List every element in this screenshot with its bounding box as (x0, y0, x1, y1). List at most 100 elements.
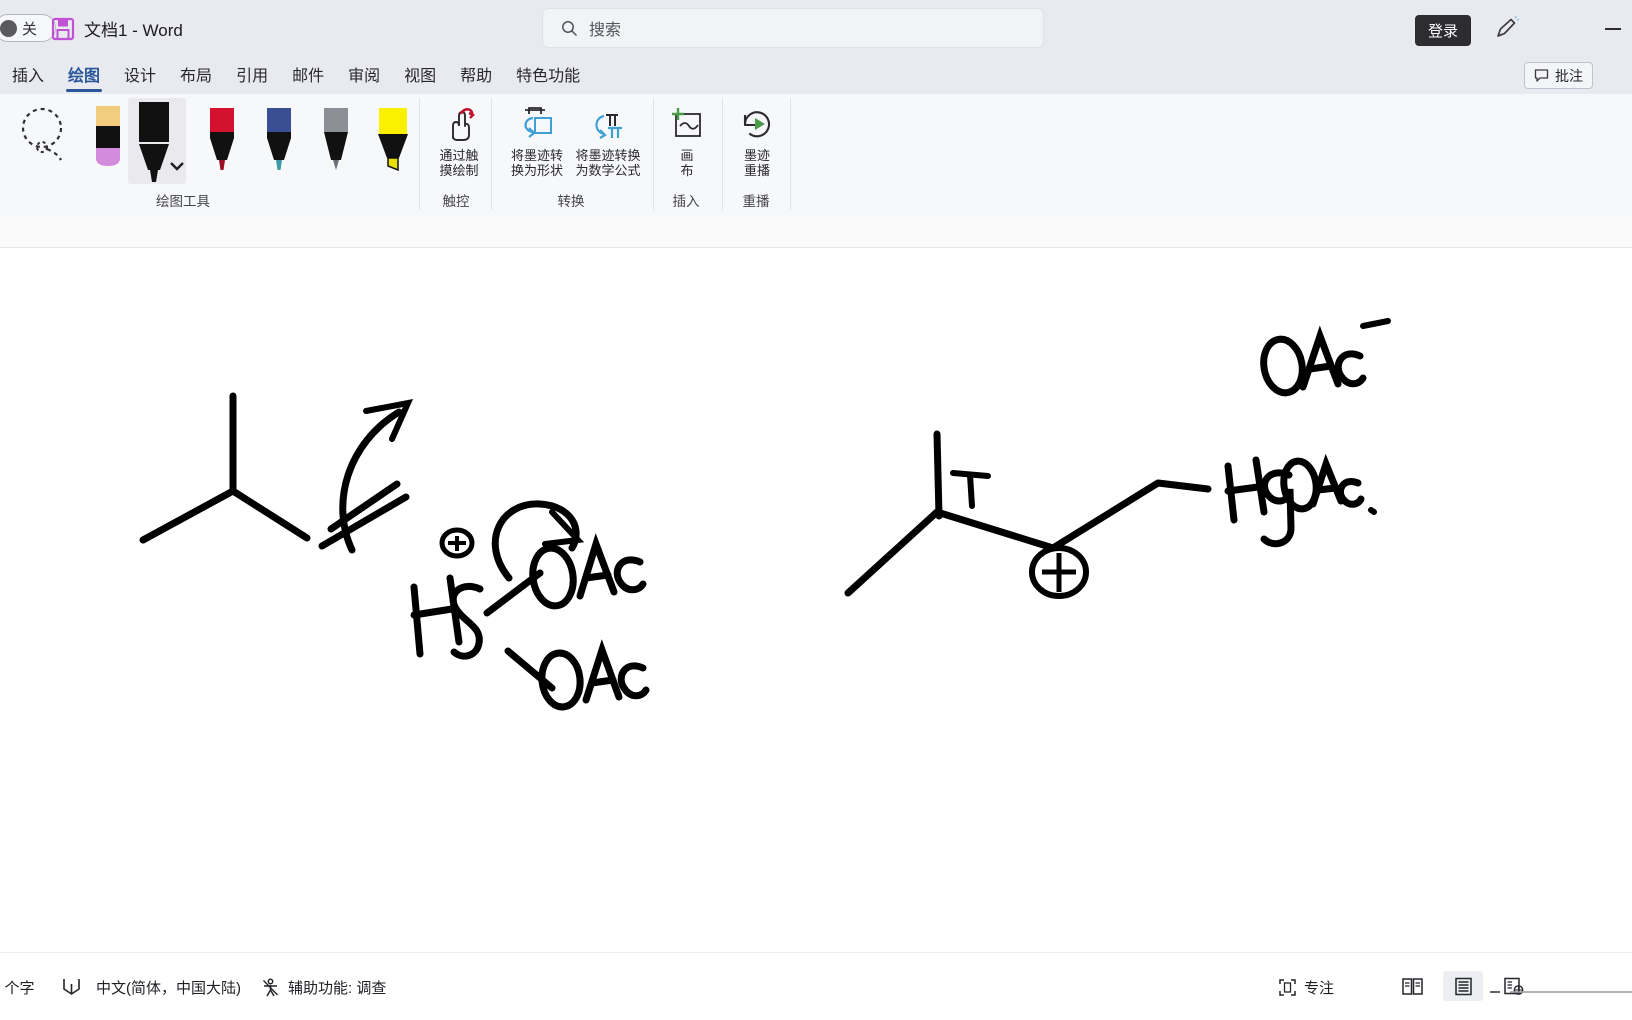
pencil-grey-tool-glyph (324, 108, 348, 170)
read-mode-button[interactable] (1392, 971, 1432, 1001)
tab-9[interactable]: 特色功能 (504, 59, 592, 92)
tab-label: 邮件 (292, 67, 325, 85)
command-caption-line1: 墨迹 (743, 148, 770, 163)
focus-mode-button[interactable]: 专注 (1279, 977, 1334, 998)
group-label-0: 绘图工具 (156, 194, 210, 209)
lasso-select-tool-glyph (21, 107, 63, 161)
canvas-plus-icon (672, 108, 701, 137)
search-placeholder: 搜索 (589, 22, 622, 39)
ink-to-math-icon (595, 114, 622, 139)
group-divider-4 (790, 98, 791, 210)
draw-with-touch-button[interactable]: 通过触 摸绘制 (427, 104, 491, 178)
tab-4[interactable]: 引用 (224, 59, 280, 92)
label-HgOAc (1224, 453, 1377, 548)
drawing-canvas-button[interactable]: 画布 (655, 104, 719, 178)
pen-galaxy-tool[interactable] (253, 98, 305, 184)
label-OAc-lower (538, 639, 650, 711)
tab-6[interactable]: 审阅 (336, 59, 392, 92)
tab-7[interactable]: 视图 (392, 59, 448, 92)
pencil-grey-tool[interactable] (310, 98, 362, 184)
tab-label: 引用 (236, 67, 269, 85)
charge-plus-mercury (439, 527, 475, 559)
search-icon (562, 20, 578, 36)
tab-8[interactable]: 帮助 (448, 59, 504, 92)
ink-to-math-button[interactable]: 将墨迹转换 为数学公式 (569, 104, 647, 178)
command-caption-line2: 布 (680, 163, 694, 178)
pen-red-tool[interactable] (196, 98, 248, 184)
tab-label: 视图 (404, 67, 437, 85)
ink-to-shape-icon (524, 107, 552, 138)
pen-red-tool-glyph (210, 108, 234, 170)
focus-label: 专注 (1304, 980, 1335, 997)
title-bar: 关 文档1 - Word 搜索 登录 (0, 0, 1632, 56)
tab-3[interactable]: 布局 (168, 59, 224, 92)
tab-label: 插入 (12, 67, 45, 85)
command-caption-line2: 为数学公式 (575, 163, 641, 178)
minimize-icon (1605, 28, 1621, 30)
ribbon-tab-strip: 插入 绘图 设计 布局 引用 邮件 审阅 视图 帮助 特色功能 (0, 56, 1632, 94)
proofing-status[interactable] (62, 977, 81, 996)
charge-plus-carbocation (1029, 545, 1089, 599)
chevron-down-icon[interactable] (168, 160, 186, 172)
ink-pen-icon[interactable] (1492, 14, 1520, 42)
minimize-button[interactable] (1600, 16, 1626, 42)
sign-in-button[interactable]: 登录 (1415, 15, 1472, 46)
highlighter-yellow-tool-glyph (378, 108, 408, 172)
comment-bubble-icon (1534, 69, 1549, 82)
group-label-4: 重播 (742, 194, 770, 209)
group-label-2: 转换 (557, 194, 585, 209)
zoom-slider[interactable] (1490, 985, 1632, 999)
language-label: 中文(简体，中国大陆) (96, 980, 241, 997)
autosave-toggle[interactable]: 关 (0, 14, 56, 42)
comments-label: 批注 (1555, 67, 1583, 84)
read-mode-icon (1401, 977, 1423, 995)
command-caption-line2: 换为形状 (510, 163, 563, 178)
eraser-tool[interactable] (82, 98, 134, 184)
word-application-window: 关 文档1 - Word 搜索 登录 插入 绘图 设计 布局 引用 邮件 审阅 … (0, 0, 1632, 1020)
label-mercury-Hg (410, 574, 484, 660)
command-caption-line1: 通过触 (439, 148, 479, 163)
word-count[interactable]: 0 个字 (0, 977, 35, 998)
ink-to-shape-button[interactable]: 将墨迹转 换为形状 (498, 104, 576, 178)
pen-black-tool[interactable] (128, 98, 186, 184)
word-count-label: 0 个字 (0, 980, 35, 997)
highlighter-yellow-tool[interactable] (367, 98, 419, 184)
accessibility-status[interactable]: 辅助功能: 调查 (261, 977, 386, 998)
command-caption-line2: 重播 (743, 163, 770, 178)
search-input[interactable]: 搜索 (543, 9, 1043, 47)
ink-drawing-canvas[interactable] (0, 248, 1632, 952)
hand-touch-icon (452, 108, 476, 141)
ribbon-group-labels: 绘图工具 触控 转换 插入 重播 (0, 98, 1632, 216)
proofing-book-icon (63, 979, 80, 995)
save-disk-icon[interactable] (50, 16, 76, 42)
print-layout-button[interactable] (1443, 971, 1483, 1001)
tab-2[interactable]: 设计 (112, 59, 168, 92)
focus-icon (1279, 979, 1296, 996)
left-alkene-structure (139, 392, 410, 550)
right-carbocation-structure (844, 430, 1212, 597)
group-divider-2 (653, 98, 654, 210)
status-bar: 0 个字 中文(简体，中国大陆) 辅助功能: 调查 专注 (0, 952, 1632, 1020)
eraser-tool-glyph (96, 106, 120, 166)
document-title: 文档1 - Word (84, 21, 183, 40)
document-page[interactable] (0, 248, 1632, 952)
tab-label: 帮助 (460, 67, 493, 85)
tab-5[interactable]: 邮件 (280, 59, 336, 92)
command-caption-line1: 画 (680, 148, 694, 163)
tab-0[interactable]: 插入 (0, 59, 56, 92)
group-label-1: 触控 (442, 194, 470, 209)
label-OAc-upper (529, 533, 647, 610)
tab-1[interactable]: 绘图 (56, 59, 112, 92)
tab-label: 布局 (180, 67, 213, 85)
tab-label: 审阅 (348, 67, 381, 85)
language-status[interactable]: 中文(简体，中国大陆) (96, 977, 241, 998)
command-caption-line1: 将墨迹转 (510, 148, 563, 163)
replay-icon (743, 111, 770, 138)
toggle-off-icon (0, 19, 17, 37)
lasso-select-tool[interactable] (18, 98, 70, 184)
command-caption-line1: 将墨迹转换 (575, 148, 641, 163)
group-divider-0 (419, 98, 420, 210)
ruler-gap-strip (0, 216, 1632, 248)
comments-button[interactable]: 批注 (1524, 62, 1593, 89)
ink-replay-button[interactable]: 墨迹 重播 (725, 104, 789, 178)
